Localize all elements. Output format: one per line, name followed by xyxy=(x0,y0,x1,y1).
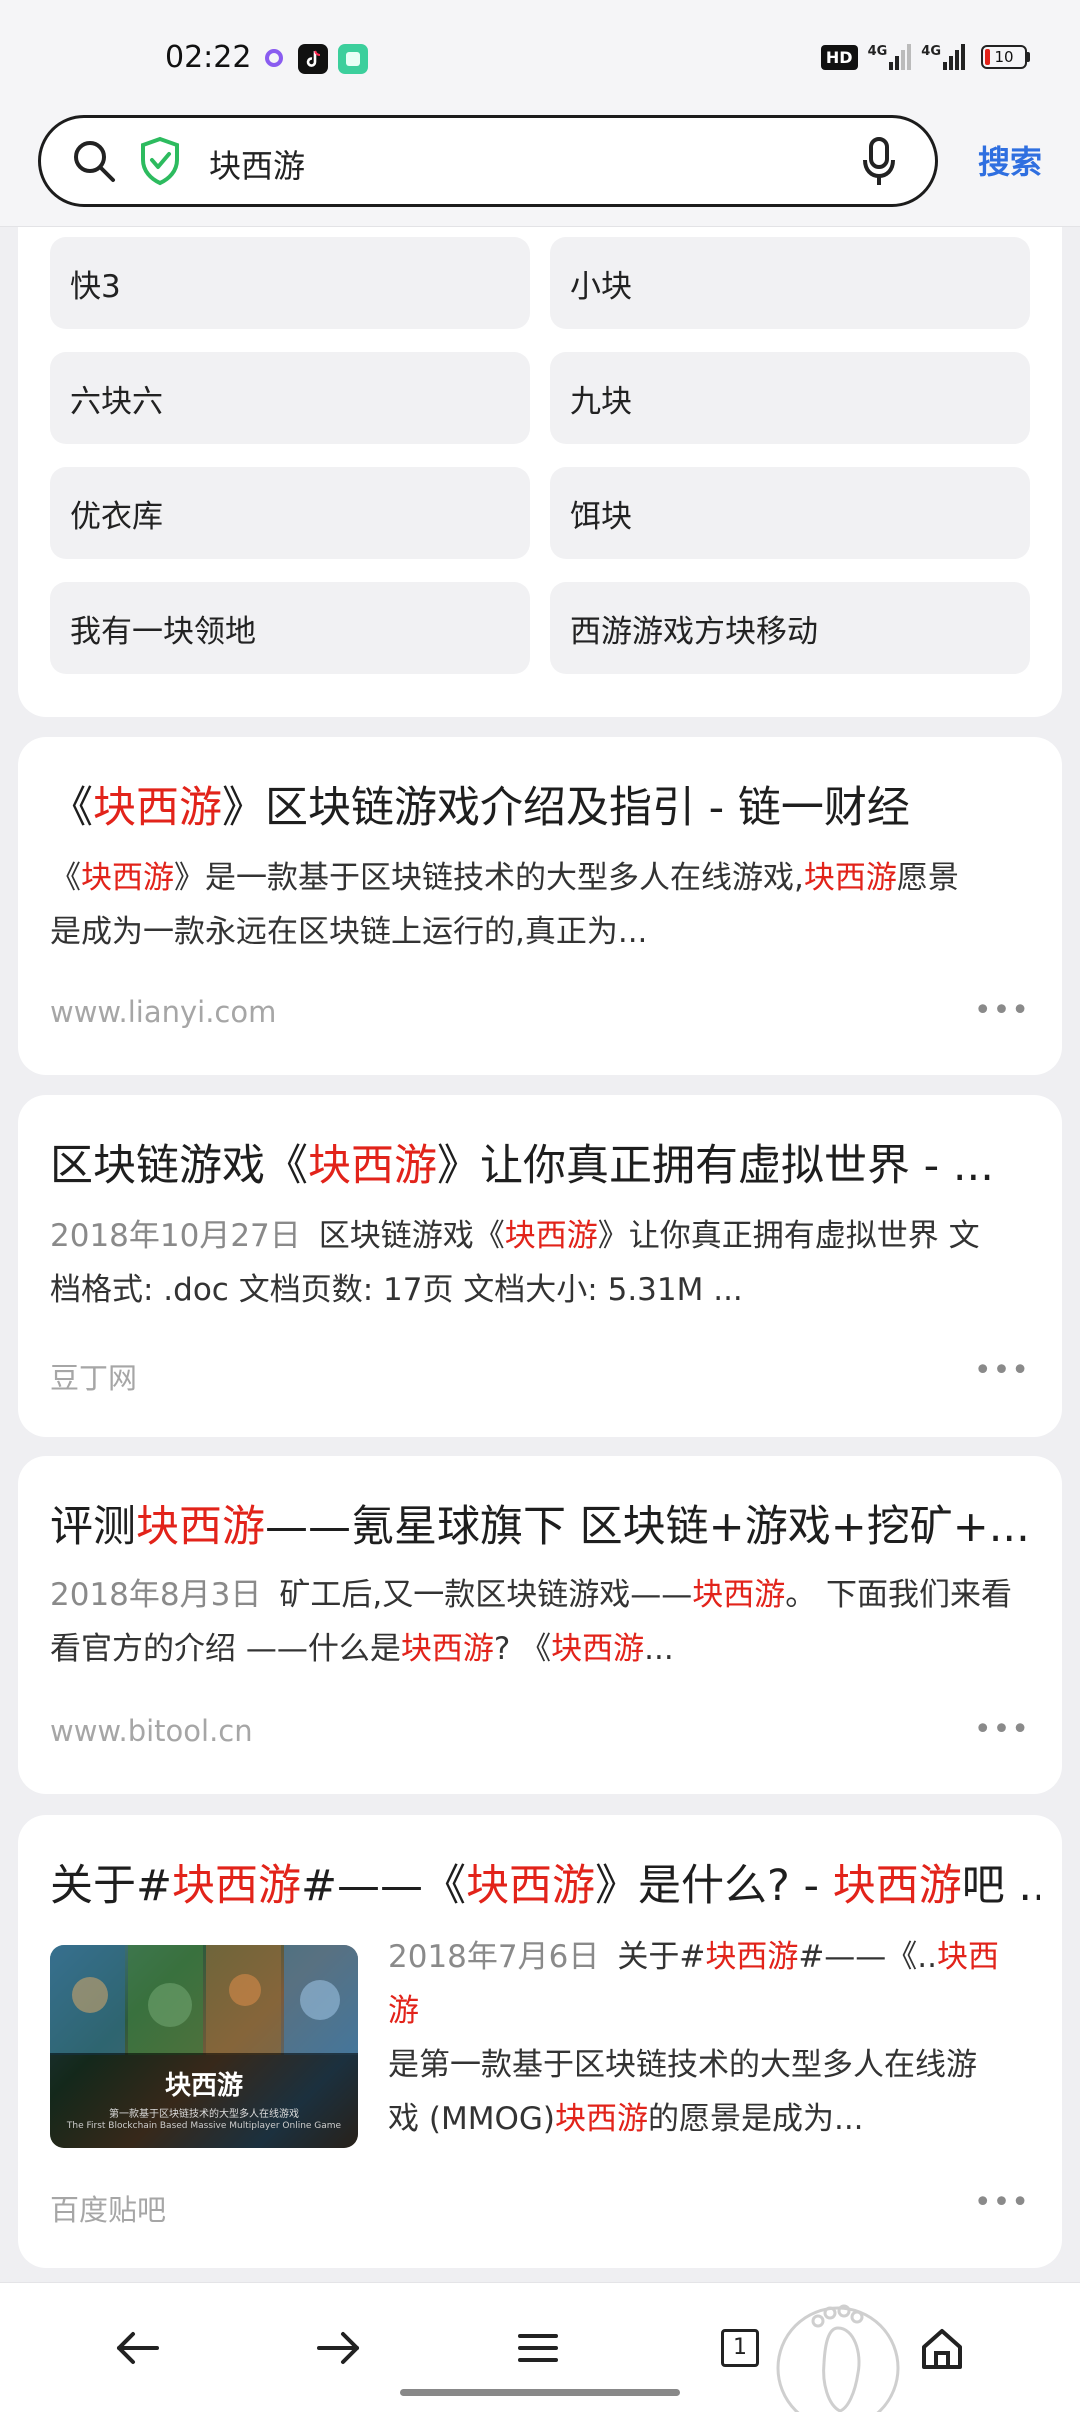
suggestion-chip[interactable]: 饵块 xyxy=(550,467,1030,559)
battery-icon: 10 xyxy=(981,45,1030,69)
result-snippet: 2018年8月3日 矿工后,又一款区块链游戏——块西游。 下面我们来看 看官方的介… xyxy=(50,1577,1013,1667)
more-options-icon[interactable]: ••• xyxy=(974,993,1030,1028)
suggestion-chip[interactable]: 我有一块领地 xyxy=(50,582,530,674)
more-options-icon[interactable]: ••• xyxy=(974,1353,1030,1388)
result-title[interactable]: 评测块西游——氪星球旗下 区块链+游戏+挖矿+... xyxy=(50,1492,1040,1554)
suggestion-chip[interactable]: 六块六 xyxy=(50,352,530,444)
microphone-icon[interactable] xyxy=(861,136,897,188)
circle-app-icon xyxy=(265,49,283,67)
suggestion-chip[interactable]: 九块 xyxy=(550,352,1030,444)
search-header: 块西游 搜索 xyxy=(0,115,1080,227)
result-date: 2018年8月3日 xyxy=(50,1577,262,1613)
green-app-icon xyxy=(338,44,368,74)
related-searches-card: 快3 小块 六块六 九块 优衣库 饵块 我有一块领地 西游游戏方块移动 xyxy=(18,227,1062,717)
security-shield-icon xyxy=(141,136,179,186)
tiktok-icon xyxy=(298,44,328,74)
hd-icon: HD xyxy=(820,44,858,70)
search-result-card[interactable]: 区块链游戏《块西游》让你真正拥有虚拟世界 - ... 2018年10月27日 区块… xyxy=(18,1095,1062,1437)
result-snippet: 《块西游》是一款基于区块链技术的大型多人在线游戏,块西游愿景 是成为一款永远在区… xyxy=(50,860,959,950)
thumbnail-subtitle-en: The First Blockchain Based Massive Multi… xyxy=(66,2121,342,2131)
result-title[interactable]: 区块链游戏《块西游》让你真正拥有虚拟世界 - ... xyxy=(50,1131,1040,1193)
search-icon xyxy=(74,141,115,182)
arrow-right-icon xyxy=(317,2332,359,2364)
suggestion-chip[interactable]: 优衣库 xyxy=(50,467,530,559)
footprint-icon xyxy=(776,2304,900,2412)
search-input[interactable]: 块西游 xyxy=(38,115,938,207)
home-icon xyxy=(922,2329,962,2369)
status-bar: 02:22 HD 4G 4G 10 xyxy=(0,0,1080,115)
more-options-icon[interactable]: ••• xyxy=(974,2185,1030,2220)
search-result-card[interactable]: 关于#块西游#——《块西游》是什么? - 块西游吧 ... 块西游 第一款基于区… xyxy=(18,1815,1062,2268)
menu-icon xyxy=(518,2334,558,2362)
result-source: www.lianyi.com xyxy=(50,995,277,1029)
status-right: HD 4G 4G 10 xyxy=(820,44,1030,70)
thumbnail-title: 块西游 xyxy=(164,2071,243,2101)
signal-4g-icon-1: 4G xyxy=(868,44,912,70)
bottom-navigation: 1 xyxy=(0,2282,1080,2412)
suggestion-chip[interactable]: 快3 xyxy=(50,237,530,329)
result-source: www.bitool.cn xyxy=(50,1714,253,1748)
arrow-left-icon xyxy=(117,2332,159,2364)
signal-4g-icon-2: 4G xyxy=(921,44,965,70)
result-snippet: 2018年10月27日 区块链游戏《块西游》让你真正拥有虚拟世界 文 档格式: .… xyxy=(50,1218,980,1308)
tabs-count-icon: 1 xyxy=(721,2329,759,2367)
thumbnail-subtitle: 第一款基于区块链技术的大型多人在线游戏 xyxy=(109,2109,299,2120)
search-query: 块西游 xyxy=(209,147,306,185)
suggestion-chip[interactable]: 西游游戏方块移动 xyxy=(550,582,1030,674)
result-source: 豆丁网 xyxy=(50,1361,138,1395)
result-date: 2018年10月27日 xyxy=(50,1218,301,1254)
menu-button[interactable] xyxy=(503,2313,573,2383)
search-result-card[interactable]: 《块西游》区块链游戏介绍及指引 - 链一财经 《块西游》是一款基于区块链技术的大… xyxy=(18,737,1062,1075)
result-date: 2018年7月6日 xyxy=(388,1939,600,1975)
more-options-icon[interactable]: ••• xyxy=(974,1712,1030,1747)
forward-button[interactable] xyxy=(303,2313,373,2383)
search-result-card[interactable]: 评测块西游——氪星球旗下 区块链+游戏+挖矿+... 2018年8月3日 矿工后,… xyxy=(18,1456,1062,1794)
back-button[interactable] xyxy=(103,2313,173,2383)
result-title[interactable]: 关于#块西游#——《块西游》是什么? - 块西游吧 ... xyxy=(50,1851,1040,1913)
home-indicator[interactable] xyxy=(400,2389,680,2396)
search-button[interactable]: 搜索 xyxy=(978,137,1042,183)
status-time: 02:22 xyxy=(165,40,252,75)
tabs-button[interactable]: 1 xyxy=(705,2313,775,2383)
result-snippet: 2018年7月6日 关于#块西游#——《..块西游 是第一款基于区块链技术的大型多… xyxy=(388,1939,1000,2137)
home-button[interactable] xyxy=(907,2313,977,2383)
result-thumbnail[interactable]: 块西游 第一款基于区块链技术的大型多人在线游戏 The First Blockc… xyxy=(50,1945,358,2148)
result-title[interactable]: 《块西游》区块链游戏介绍及指引 - 链一财经 xyxy=(50,773,1040,835)
result-source: 百度贴吧 xyxy=(50,2193,167,2227)
suggestion-chip[interactable]: 小块 xyxy=(550,237,1030,329)
